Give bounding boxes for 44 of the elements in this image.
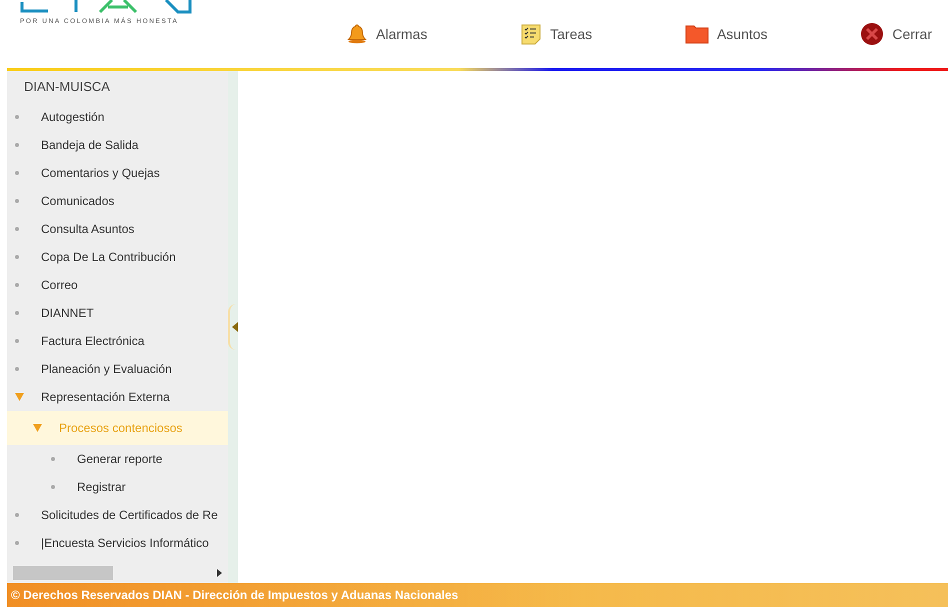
toolbar-link[interactable]: Asuntos (684, 23, 768, 45)
bullet-icon (15, 311, 19, 315)
menu-item[interactable]: Consulta Asuntos (7, 215, 228, 243)
bullet-icon (15, 255, 19, 259)
menu-item[interactable]: Copa De La Contribución (7, 243, 228, 271)
expanded-triangle-icon (15, 393, 24, 401)
bullet-icon (15, 283, 19, 287)
bullet-icon (15, 199, 19, 203)
bullet-icon (15, 171, 19, 175)
bullet-icon (15, 143, 19, 147)
folder-icon (684, 23, 709, 45)
menu-item[interactable]: Bandeja de Salida (7, 131, 228, 159)
scrollbar-thumb[interactable] (13, 566, 113, 580)
bell-icon (346, 23, 368, 45)
menu-item[interactable]: Comunicados (7, 187, 228, 215)
menu-item[interactable]: Planeación y Evaluación (7, 355, 228, 383)
menu-item[interactable]: |Encuesta Servicios Informático (7, 529, 228, 557)
menu-item[interactable]: Registrar (7, 473, 228, 501)
scroll-right-icon[interactable] (217, 569, 222, 577)
bullet-icon (15, 541, 19, 545)
bullet-icon (51, 485, 55, 489)
sidebar-title: DIAN-MUISCA (23, 79, 111, 96)
bullet-icon (15, 513, 19, 517)
menu-item[interactable]: DIANNET (7, 299, 228, 327)
menu-item[interactable]: Representación Externa (7, 383, 228, 411)
collapse-arrow-icon (232, 322, 238, 332)
copyright-text: © Derechos Reservados DIAN - Dirección de Impuestos y Aduanas Nacionales (11, 588, 458, 602)
bullet-icon (15, 115, 19, 119)
menu-item[interactable]: Solicitudes de Certificados de Re (7, 501, 228, 529)
menu-item[interactable]: Correo (7, 271, 228, 299)
menu-item[interactable]: Factura Electrónica (7, 327, 228, 355)
menu-item[interactable]: Autogestión (7, 103, 228, 131)
bullet-icon (51, 457, 55, 461)
menu-item[interactable]: Comentarios y Quejas (7, 159, 228, 187)
checklist-icon (520, 23, 542, 45)
expanded-triangle-icon (33, 424, 42, 432)
toolbar-link[interactable]: Tareas (520, 23, 592, 45)
bullet-icon (15, 367, 19, 371)
toolbar-link[interactable]: Cerrar (860, 22, 932, 46)
close-icon (860, 22, 884, 46)
bullet-icon (15, 227, 19, 231)
toolbar-link[interactable]: Alarmas (346, 23, 428, 45)
bullet-icon (15, 339, 19, 343)
menu-item[interactable]: Generar reporte (7, 445, 228, 473)
